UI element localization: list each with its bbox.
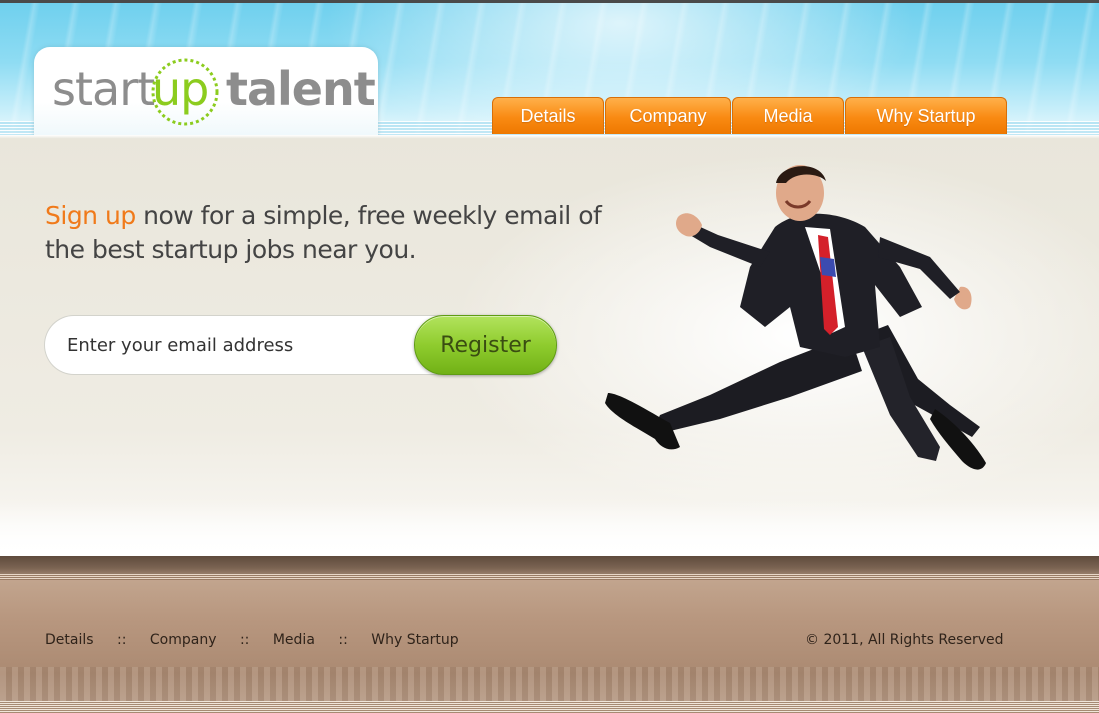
site-header: start up talent Details Company Media Wh…: [0, 0, 1099, 135]
footer-pattern: [0, 667, 1099, 703]
nav-tab-media[interactable]: Media: [732, 97, 844, 134]
site-footer: Details :: Company :: Media :: Why Start…: [0, 556, 1099, 713]
footer-link-company[interactable]: Company: [150, 632, 217, 648]
nav-tab-company[interactable]: Company: [605, 97, 731, 134]
email-input[interactable]: [44, 315, 444, 375]
register-button[interactable]: Register: [414, 315, 557, 375]
footer-separator: ::: [239, 632, 250, 648]
footer-separator: ::: [338, 632, 348, 648]
nav-tab-details[interactable]: Details: [492, 97, 604, 134]
hero-bottom-fade: [0, 500, 1099, 556]
logo-text-up: up: [152, 62, 209, 116]
jumping-businessman-image: [605, 165, 986, 470]
nav-tab-why-startup[interactable]: Why Startup: [845, 97, 1007, 134]
divider: [0, 135, 1099, 139]
logo[interactable]: start up talent: [34, 47, 378, 135]
hero-headline: Sign up now for a simple, free weekly em…: [45, 199, 645, 267]
logo-text-start: start: [52, 62, 155, 116]
footer-bottom-stripes: [0, 701, 1099, 713]
footer-link-media[interactable]: Media: [273, 632, 315, 648]
footer-link-details[interactable]: Details: [45, 632, 94, 648]
footer-top-band: [0, 556, 1099, 576]
footer-link-why-startup[interactable]: Why Startup: [371, 632, 458, 648]
signup-form: Register: [44, 315, 557, 375]
logo-text-talent: talent: [226, 62, 376, 116]
footer-top-stripes: [0, 574, 1099, 580]
footer-separator: ::: [117, 632, 127, 648]
hero-section: Sign up now for a simple, free weekly em…: [0, 135, 1099, 556]
footer-nav: Details :: Company :: Media :: Why Start…: [45, 632, 459, 648]
copyright-text: © 2011, All Rights Reserved: [805, 632, 1004, 648]
headline-accent: Sign up: [45, 201, 136, 230]
